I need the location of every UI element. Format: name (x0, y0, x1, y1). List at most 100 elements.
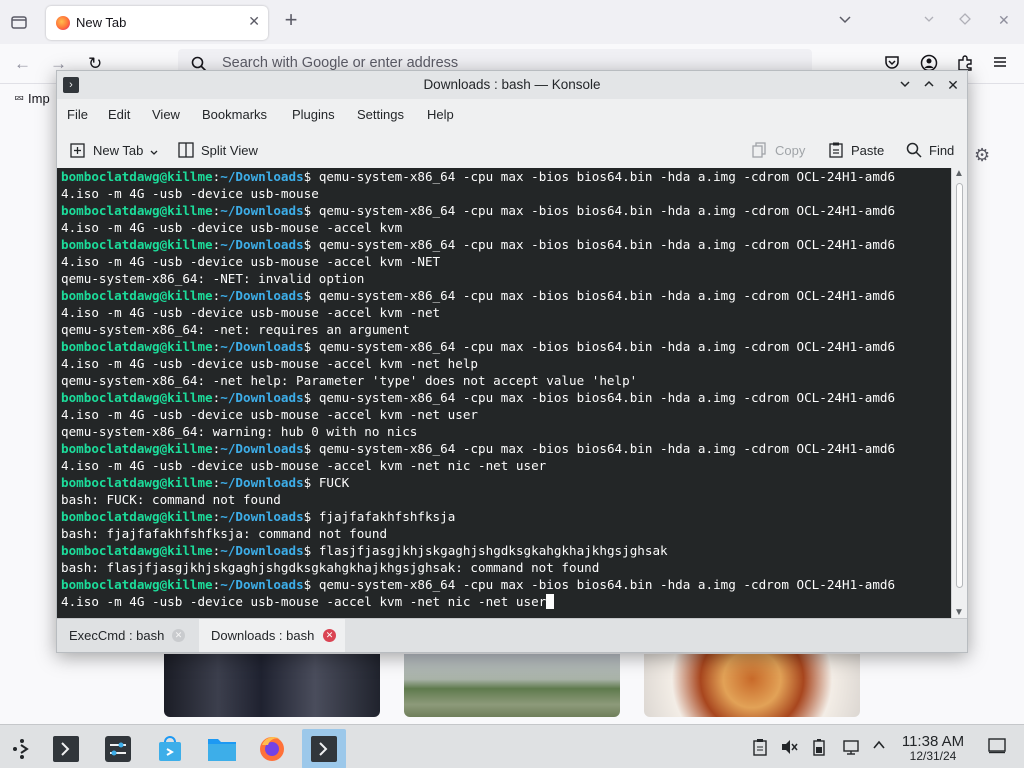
menu-bookmarks[interactable]: Bookmarks (202, 107, 267, 122)
story-thumbnail-1[interactable] (164, 654, 380, 717)
output-text: qemu-system-x86_64: -net: requires an ar… (61, 322, 410, 337)
show-desktop-icon[interactable] (988, 738, 1006, 758)
chevron-up-icon[interactable] (872, 738, 886, 756)
close-tab-icon[interactable]: ✕ (323, 629, 336, 642)
new-tab-icon (69, 141, 87, 159)
command-text: qemu-system-x86_64 -cpu max -bios bios64… (318, 169, 896, 184)
dolphin-files-icon[interactable] (200, 729, 244, 768)
terminal-prompt-line: bomboclatdawg@killme:~/Downloads$ qemu-s… (61, 168, 951, 185)
tab-execcmd-bash[interactable]: ExecCmd : bash ✕ (57, 619, 199, 652)
copy-button[interactable]: Copy (751, 141, 805, 159)
firefox-tab-new-tab[interactable]: New Tab ✕ (46, 6, 268, 40)
story-thumbnail-2[interactable] (404, 654, 620, 717)
terminal-output-line: bash: fjajfafakhfshfksja: command not fo… (61, 525, 951, 542)
system-settings-icon[interactable] (96, 729, 140, 768)
terminal-output-line: bash: FUCK: command not found (61, 491, 951, 508)
menu-file[interactable]: File (67, 107, 88, 122)
maximize-icon[interactable] (958, 12, 972, 29)
command-text: qemu-system-x86_64 -cpu max -bios bios64… (318, 441, 896, 456)
taskbar-panel: 11:38 AM 12/31/24 (0, 724, 1024, 768)
clock-date[interactable]: 12/31/24 (896, 749, 970, 763)
prompt-dollar: $ (303, 577, 319, 592)
list-all-tabs-icon[interactable] (8, 11, 30, 33)
chevron-down-icon[interactable] (838, 12, 852, 29)
terminal-scrollbar[interactable]: ▲ ▼ (951, 168, 967, 618)
new-tab-plus-icon[interactable]: + (280, 9, 302, 31)
prompt-path: ~/Downloads (220, 390, 304, 405)
tab-label: ExecCmd : bash (69, 628, 165, 643)
output-text: bash: fjajfafakhfshfksja: command not fo… (61, 526, 388, 541)
prompt-dollar: $ (303, 203, 319, 218)
terminal-prompt-line: bomboclatdawg@killme:~/Downloads$ qemu-s… (61, 576, 951, 593)
chevron-down-icon[interactable] (149, 148, 159, 158)
output-text: qemu-system-x86_64: warning: hub 0 with … (61, 424, 418, 439)
new-tab-label: New Tab (93, 142, 144, 158)
output-text: qemu-system-x86_64: -net help: Parameter… (61, 373, 638, 388)
menu-edit[interactable]: Edit (108, 107, 130, 122)
prompt-dollar: $ (303, 390, 319, 405)
clock-time[interactable]: 11:38 AM (896, 733, 970, 750)
command-text: fjajfafakhfshfksja (318, 509, 456, 524)
gear-icon[interactable]: ⚙ (974, 145, 990, 166)
konsole-titlebar[interactable]: › Downloads : bash — Konsole ✕ (57, 71, 967, 99)
command-text: FUCK (318, 475, 350, 490)
terminal-prompt-line: bomboclatdawg@killme:~/Downloads$ qemu-s… (61, 389, 951, 406)
prompt-user-host: bomboclatdawg@killme (61, 288, 213, 303)
find-button[interactable]: Find (905, 141, 954, 159)
firefox-tab-title: New Tab (76, 15, 127, 30)
firefox-icon[interactable] (250, 729, 294, 768)
prompt-user-host: bomboclatdawg@killme (61, 237, 213, 252)
command-text: qemu-system-x86_64 -cpu max -bios bios64… (318, 288, 896, 303)
terminal-output[interactable]: bomboclatdawg@killme:~/Downloads$ qemu-s… (57, 168, 951, 618)
back-arrow-icon[interactable]: ← (14, 54, 31, 74)
prompt-user-host: bomboclatdawg@killme (61, 509, 213, 524)
terminal-prompt-line: bomboclatdawg@killme:~/Downloads$ flasjf… (61, 542, 951, 559)
konsole-toolbar: New Tab Split View Copy Paste Find (57, 131, 967, 169)
tab-downloads-bash[interactable]: Downloads : bash ✕ (199, 619, 345, 652)
konsole-window: › Downloads : bash — Konsole ✕ File Edit… (56, 70, 968, 653)
prompt-dollar: $ (303, 441, 319, 456)
prompt-dollar: $ (303, 288, 319, 303)
clipboard-icon[interactable] (752, 738, 768, 760)
scroll-up-icon[interactable]: ▲ (954, 168, 964, 179)
terminal-cursor (546, 594, 555, 609)
menu-settings[interactable]: Settings (357, 107, 404, 122)
prompt-user-host: bomboclatdawg@killme (61, 203, 213, 218)
scrollbar-thumb[interactable] (956, 183, 963, 588)
prompt-user-host: bomboclatdawg@killme (61, 577, 213, 592)
battery-icon[interactable] (812, 738, 826, 760)
maximize-icon[interactable] (919, 75, 939, 95)
prompt-dollar: $ (303, 237, 319, 252)
menu-plugins[interactable]: Plugins (292, 107, 335, 122)
prompt-user-host: bomboclatdawg@killme (61, 543, 213, 558)
konsole-icon[interactable] (44, 729, 88, 768)
terminal-output-line: 4.iso -m 4G -usb -device usb-mouse -acce… (61, 253, 951, 270)
find-label: Find (929, 142, 955, 158)
discover-store-icon[interactable] (148, 729, 192, 768)
hamburger-menu-icon[interactable] (992, 54, 1008, 75)
prompt-path: ~/Downloads (220, 169, 304, 184)
konsole-running-icon[interactable] (302, 729, 346, 768)
prompt-path: ~/Downloads (220, 203, 304, 218)
close-tab-icon[interactable]: ✕ (248, 13, 260, 30)
paste-button[interactable]: Paste (827, 141, 884, 159)
close-window-icon[interactable]: ✕ (998, 12, 1010, 29)
minimize-icon[interactable] (922, 12, 936, 29)
output-text: qemu-system-x86_64: -NET: invalid option (61, 271, 365, 286)
menu-help[interactable]: Help (427, 107, 454, 122)
firefox-tab-bar: New Tab ✕ + ✕ (0, 0, 1024, 44)
new-tab-button[interactable]: New Tab (69, 141, 159, 159)
terminal-prompt-line: bomboclatdawg@killme:~/Downloads$ fjajfa… (61, 508, 951, 525)
import-bookmarks-button[interactable]: ⮹ Imp (14, 91, 50, 107)
scroll-down-icon[interactable]: ▼ (954, 607, 964, 618)
split-view-button[interactable]: Split View (177, 141, 258, 159)
volume-muted-icon[interactable] (780, 738, 798, 760)
minimize-icon[interactable] (895, 75, 915, 95)
prompt-path: ~/Downloads (220, 475, 304, 490)
application-launcher-icon[interactable] (0, 729, 44, 768)
menu-view[interactable]: View (152, 107, 180, 122)
close-tab-icon[interactable]: ✕ (172, 629, 185, 642)
story-thumbnail-3[interactable] (644, 654, 860, 717)
close-icon[interactable]: ✕ (943, 75, 963, 95)
network-wired-icon[interactable] (842, 738, 860, 760)
